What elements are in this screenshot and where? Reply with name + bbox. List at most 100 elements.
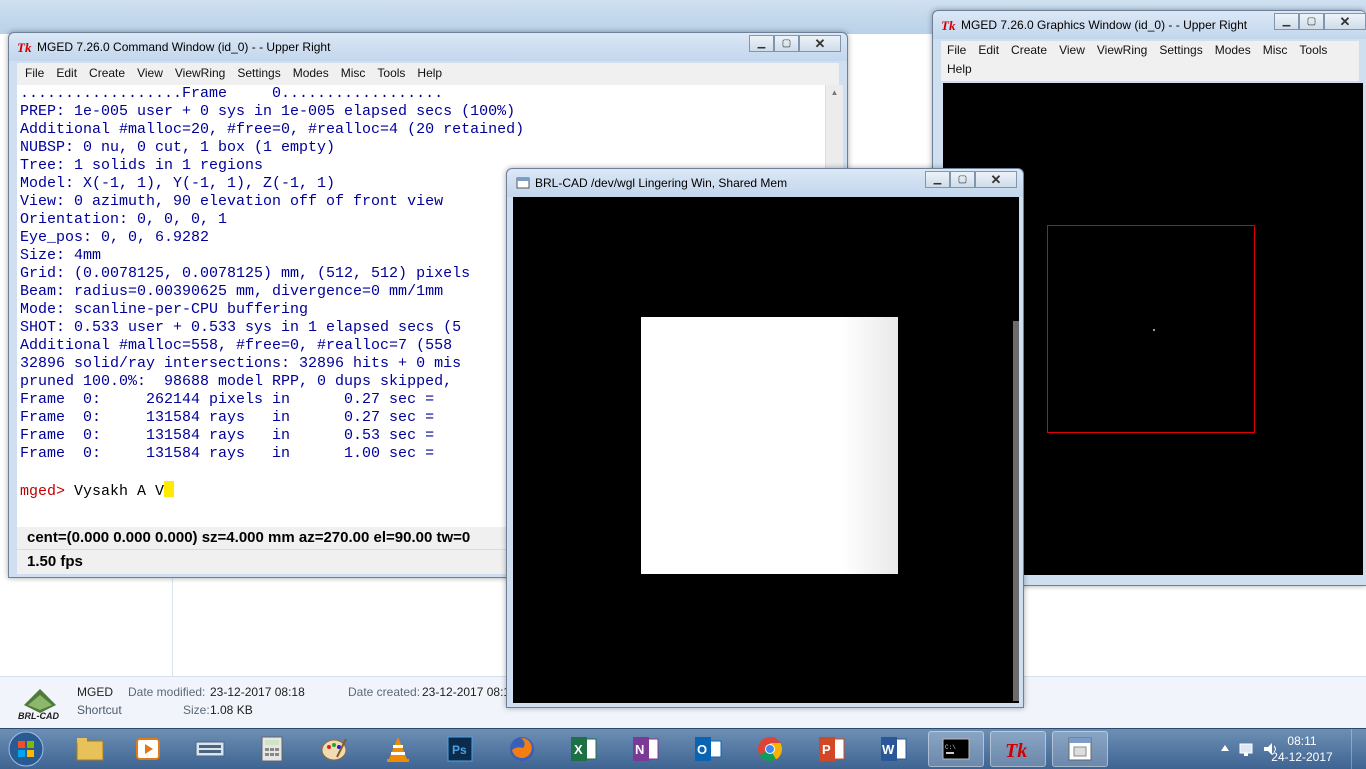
network-icon[interactable]	[1238, 740, 1256, 758]
menu-settings[interactable]: Settings	[237, 63, 280, 83]
keyboard-icon	[195, 741, 225, 757]
taskbar-onenote[interactable]: N	[618, 731, 674, 767]
minimize-button[interactable]: ▁	[925, 171, 950, 188]
menu-edit[interactable]: Edit	[978, 41, 999, 60]
framebuffer-window[interactable]: BRL-CAD /dev/wgl Lingering Win, Shared M…	[506, 168, 1024, 708]
taskbar-excel[interactable]: X	[556, 731, 612, 767]
taskbar-paint[interactable]	[306, 731, 362, 767]
minimize-button[interactable]: ▁	[749, 35, 774, 52]
show-desktop-button[interactable]	[1351, 729, 1366, 769]
menu-create[interactable]: Create	[89, 63, 125, 83]
framebuffer-app-icon	[1068, 737, 1092, 761]
svg-text:C:\: C:\	[945, 744, 956, 751]
menu-file[interactable]: File	[25, 63, 44, 83]
chrome-icon	[758, 737, 783, 762]
taskbar-media-player[interactable]	[120, 731, 176, 767]
start-button[interactable]	[4, 730, 48, 768]
console-line: ..................Frame 0...............…	[20, 85, 444, 102]
outlook-icon: O	[695, 737, 722, 761]
framebuffer-window-title: BRL-CAD /dev/wgl Lingering Win, Shared M…	[535, 176, 788, 190]
menu-create[interactable]: Create	[1011, 41, 1047, 60]
taskbar-mged-tk[interactable]: Tk	[990, 731, 1046, 767]
system-tray: 08:11 24-12-2017	[1216, 729, 1366, 769]
framebuffer-edge	[1013, 321, 1019, 701]
console-line: Additional #malloc=20, #free=0, #realloc…	[20, 121, 525, 138]
svg-text:Tk: Tk	[1005, 740, 1027, 762]
taskbar-keyboard[interactable]	[182, 731, 238, 767]
close-button[interactable]: ✕	[1324, 13, 1366, 30]
menu-misc[interactable]: Misc	[1263, 41, 1288, 60]
menu-help[interactable]: Help	[947, 60, 972, 79]
menu-modes[interactable]: Modes	[1215, 41, 1251, 60]
graphics-menubar: File Edit Create View ViewRing Settings Modes M…	[941, 41, 1359, 81]
show-hidden-icons-arrow-icon[interactable]	[1220, 743, 1230, 753]
taskbar-file-explorer[interactable]	[62, 731, 118, 767]
menu-tools[interactable]: Tools	[1299, 41, 1327, 60]
word-icon: W	[881, 737, 907, 761]
maximize-button[interactable]: ▢	[1299, 13, 1324, 30]
svg-text:X: X	[574, 742, 583, 757]
mged-prompt: mged>	[20, 483, 66, 500]
taskbar-firefox[interactable]	[494, 731, 550, 767]
menu-edit[interactable]: Edit	[56, 63, 77, 83]
graphics-window-title: MGED 7.26.0 Graphics Window (id_0) - - U…	[961, 18, 1248, 32]
taskbar-command-prompt[interactable]: C:\	[928, 731, 984, 767]
clock[interactable]: 08:11 24-12-2017	[1262, 733, 1342, 765]
menu-help[interactable]: Help	[417, 63, 442, 83]
vlc-cone-icon	[387, 737, 409, 762]
taskbar-outlook[interactable]: O	[680, 731, 736, 767]
date-modified-label: Date modified:	[128, 685, 206, 699]
menu-viewring[interactable]: ViewRing	[175, 63, 225, 83]
taskbar-photoshop[interactable]: Ps	[432, 731, 488, 767]
scroll-up-arrow-icon[interactable]: ▲	[826, 85, 843, 101]
menu-view[interactable]: View	[137, 63, 163, 83]
framebuffer-window-titlebar[interactable]: BRL-CAD /dev/wgl Lingering Win, Shared M…	[507, 169, 1023, 197]
raytrace-framebuffer	[513, 197, 1019, 703]
minimize-button[interactable]: ▁	[1274, 13, 1299, 30]
window-app-icon	[516, 177, 530, 189]
size-label: Size:	[183, 703, 210, 717]
powerpoint-icon: P	[819, 737, 845, 761]
close-button[interactable]: ✕	[975, 171, 1017, 188]
center-dot	[1153, 329, 1155, 331]
windows-start-icon	[8, 731, 44, 767]
clock-date: 24-12-2017	[1271, 750, 1333, 764]
command-window-titlebar[interactable]: Tk MGED 7.26.0 Command Window (id_0) - -…	[9, 33, 847, 61]
close-button[interactable]: ✕	[799, 35, 841, 52]
taskbar-word[interactable]: W	[866, 731, 922, 767]
taskbar-chrome[interactable]	[742, 731, 798, 767]
date-created-label: Date created:	[348, 685, 421, 699]
rendered-box	[641, 317, 898, 574]
maximize-button[interactable]: ▢	[774, 35, 799, 52]
menu-file[interactable]: File	[947, 41, 966, 60]
tk-feather-icon: Tk	[17, 40, 32, 54]
menu-view[interactable]: View	[1059, 41, 1085, 60]
svg-text:O: O	[697, 742, 707, 757]
command-input[interactable]: Vysakh A V	[74, 483, 164, 500]
svg-text:W: W	[882, 742, 895, 757]
bounding-box-outline	[1047, 225, 1255, 433]
graphics-window-titlebar[interactable]: Tk MGED 7.26.0 Graphics Window (id_0) - …	[933, 11, 1366, 39]
taskbar: Ps X N O P W C:\ Tk 08:11 24-12-2017	[0, 728, 1366, 769]
command-menubar: File Edit Create View ViewRing Settings Modes M…	[17, 63, 839, 85]
menu-modes[interactable]: Modes	[293, 63, 329, 83]
tk-feather-icon: Tk	[941, 18, 956, 32]
menu-settings[interactable]: Settings	[1159, 41, 1202, 60]
svg-text:Ps: Ps	[452, 743, 467, 757]
text-cursor	[164, 481, 175, 497]
firefox-icon	[510, 737, 534, 761]
taskbar-calculator[interactable]	[244, 731, 300, 767]
maximize-button[interactable]: ▢	[950, 171, 975, 188]
folder-icon	[76, 738, 104, 761]
menu-viewring[interactable]: ViewRing	[1097, 41, 1147, 60]
command-window-title: MGED 7.26.0 Command Window (id_0) - - Up…	[37, 40, 331, 54]
svg-text:N: N	[635, 742, 644, 757]
menu-tools[interactable]: Tools	[377, 63, 405, 83]
taskbar-brlcad-viewer[interactable]	[1052, 731, 1108, 767]
taskbar-vlc[interactable]	[370, 731, 426, 767]
taskbar-powerpoint[interactable]: P	[804, 731, 860, 767]
excel-icon: X	[571, 737, 597, 761]
menu-misc[interactable]: Misc	[341, 63, 366, 83]
size-value: 1.08 KB	[210, 703, 253, 717]
brlcad-logo-text: BRL-CAD	[18, 711, 59, 721]
